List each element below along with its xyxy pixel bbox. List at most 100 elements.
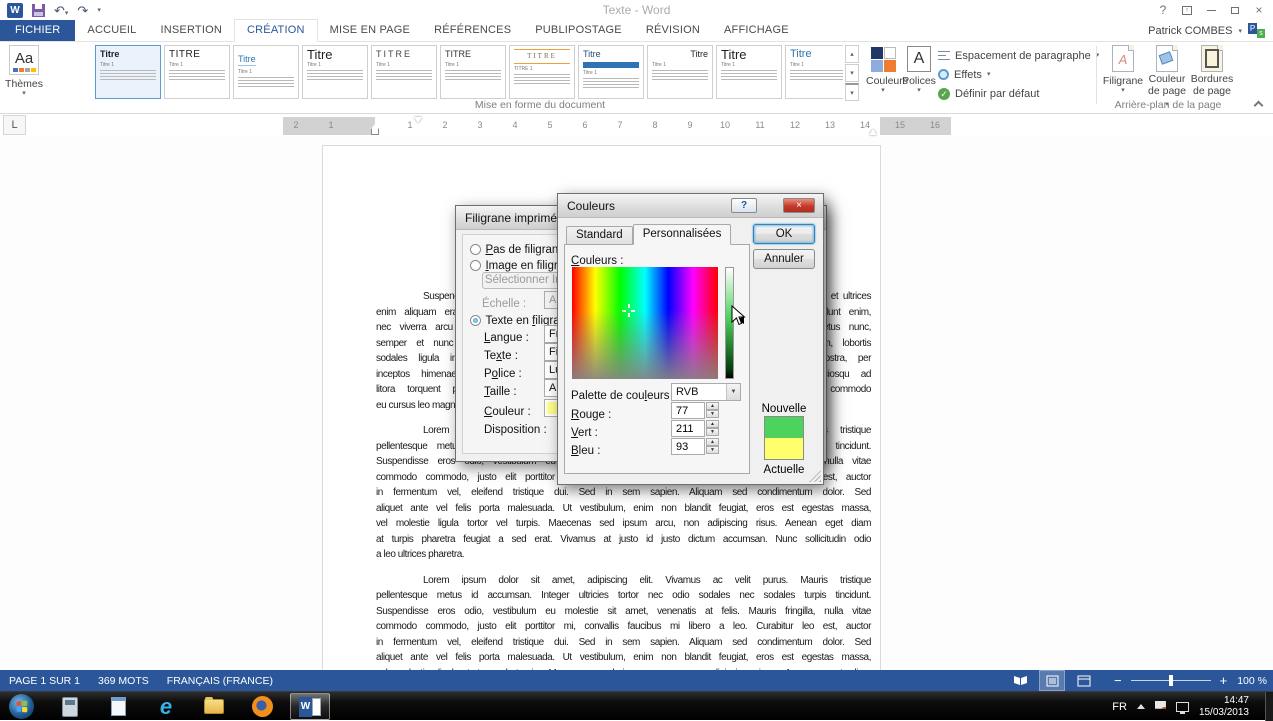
style-set-9[interactable]: Titre Titre 1 [647, 45, 713, 99]
style-set-title: Titre [690, 49, 708, 59]
dialog-help-icon[interactable]: ? [731, 198, 757, 213]
account-area[interactable]: Patrick COMBES ▾ Ps [1148, 23, 1265, 38]
set-as-default-button[interactable]: ✓ Définir par défaut [938, 84, 1099, 103]
dialog-resize-grip[interactable] [809, 470, 821, 482]
save-icon[interactable] [32, 3, 45, 17]
style-set-8[interactable]: Titre Titre 1 [578, 45, 644, 99]
blue-input[interactable]: 93 [671, 438, 705, 455]
watermark-button[interactable]: A Filigrane ▾ [1102, 45, 1144, 94]
style-set-3[interactable]: Titre Titre 1 [233, 45, 299, 99]
gallery-scroll-up-icon[interactable]: ▴ [845, 45, 859, 63]
taskbar-word-icon[interactable]: W [290, 693, 330, 720]
ribbon-tab-accueil[interactable]: ACCUEIL [75, 20, 148, 41]
color-preview [764, 416, 804, 460]
watermark-field-label: Texte : [484, 350, 518, 362]
web-layout-icon[interactable] [1072, 671, 1096, 690]
gallery-scroll-down-icon[interactable]: ▾ [845, 64, 859, 82]
style-set-1[interactable]: Titre Titre 1 [95, 45, 161, 99]
ribbon-tab-fichier[interactable]: FICHIER [0, 20, 76, 41]
customize-qat-icon[interactable]: ▾ [97, 6, 101, 14]
action-center-icon[interactable] [1154, 701, 1166, 712]
ribbon-tab-mise-en-page[interactable]: MISE EN PAGE [318, 20, 422, 41]
style-set-4[interactable]: Titre Titre 1 [302, 45, 368, 99]
blue-label: Bleu : [571, 445, 601, 457]
style-set-5[interactable]: TITRE Titre 1 [371, 45, 437, 99]
new-color-swatch [765, 417, 803, 438]
dialog-close-icon[interactable]: × [783, 198, 815, 213]
right-indent-marker[interactable] [869, 129, 877, 135]
start-button[interactable] [9, 694, 34, 719]
tab-selector[interactable]: L [3, 115, 26, 135]
ribbon-tab-cr-ation[interactable]: CRÉATION [234, 19, 318, 42]
page-indicator[interactable]: PAGE 1 SUR 1 [0, 675, 89, 687]
style-set-6[interactable]: TITRE Titre 1 [440, 45, 506, 99]
ribbon-tab-publipostage[interactable]: PUBLIPOSTAGE [523, 20, 634, 41]
show-desktop-button[interactable] [1265, 692, 1273, 721]
text-line: Suspendisse eros odio, vestibulum eu mol… [376, 605, 871, 617]
title-bar: W ↶▾ ↷ ▾ Texte - Word ? ↑ × [0, 0, 1273, 20]
ribbon-tab-affichage[interactable]: AFFICHAGE [712, 20, 801, 41]
style-set-11[interactable]: Titre Titre 1 [785, 45, 843, 99]
taskbar-firefox-icon[interactable] [242, 693, 282, 720]
red-input[interactable]: 77 [671, 402, 705, 419]
word-count[interactable]: 369 MOTS [89, 675, 158, 687]
tray-clock[interactable]: 14:47 15/03/2013 [1199, 695, 1253, 719]
style-set-title: TITRE [514, 49, 570, 64]
zoom-in-icon[interactable]: + [1220, 674, 1228, 687]
color-gradient-picker[interactable] [572, 267, 718, 379]
style-set-2[interactable]: TITRE Titre 1 [164, 45, 230, 99]
print-layout-icon[interactable] [1039, 670, 1066, 691]
collapse-ribbon-icon[interactable] [1252, 100, 1264, 111]
restore-button[interactable] [1223, 0, 1247, 20]
red-spinner[interactable]: ▲ ▼ [706, 402, 719, 419]
zoom-slider[interactable] [1130, 675, 1211, 686]
ribbon-tab-insertion[interactable]: INSERTION [149, 20, 235, 41]
paragraph-spacing-button[interactable]: Espacement de paragraphe ▾ [938, 46, 1099, 65]
ribbon-tab-r-f-rences[interactable]: RÉFÉRENCES [422, 20, 523, 41]
tab-custom[interactable]: Personnalisées [632, 224, 732, 245]
green-spinner[interactable]: ▲ ▼ [706, 420, 719, 437]
redo-icon[interactable]: ↷ [77, 4, 88, 17]
taskbar-file-explorer-icon[interactable] [194, 693, 234, 720]
close-button[interactable]: × [1247, 0, 1271, 20]
first-line-indent-marker[interactable] [414, 117, 422, 123]
cancel-button[interactable]: Annuler [753, 249, 815, 269]
zoom-out-icon[interactable]: − [1114, 674, 1122, 687]
text-line: aliquet ante vel felis porta malesuada. … [376, 502, 871, 514]
palette-combo[interactable]: RVB ▼ [671, 383, 741, 401]
ribbon-tab-r-vision[interactable]: RÉVISION [634, 20, 712, 41]
gallery-more-icon[interactable]: ▾ [845, 83, 859, 101]
style-set-7[interactable]: TITRE TITRE 1 [509, 45, 575, 99]
green-input[interactable]: 211 [671, 420, 705, 437]
green-label: Vert : [571, 427, 598, 439]
read-mode-icon[interactable] [1008, 671, 1032, 690]
language-indicator[interactable]: FRANÇAIS (FRANCE) [158, 675, 282, 687]
help-button[interactable]: ? [1151, 0, 1175, 20]
network-icon[interactable] [1175, 701, 1189, 714]
tab-standard[interactable]: Standard [566, 226, 633, 245]
page-borders-button[interactable]: Bordures de page [1190, 45, 1234, 97]
zoom-slider-thumb[interactable] [1168, 675, 1173, 686]
account-icon[interactable]: Ps [1248, 23, 1265, 38]
ok-button[interactable]: OK [753, 224, 815, 244]
taskbar-internet-explorer-icon[interactable]: e [146, 693, 186, 720]
fonts-button[interactable]: A Polices ▾ [902, 45, 936, 94]
current-color-label: Actuelle [763, 464, 805, 476]
left-indent-marker[interactable] [371, 124, 379, 135]
effects-button[interactable]: Effets ▾ [938, 65, 1099, 84]
taskbar-calculator-icon[interactable] [50, 693, 90, 720]
taskbar-notepad-icon[interactable] [98, 693, 138, 720]
ribbon-display-options-button[interactable]: ↑ [1175, 0, 1199, 20]
minimize-button[interactable] [1199, 0, 1223, 20]
style-set-10[interactable]: Titre Titre 1 [716, 45, 782, 99]
mouse-cursor [731, 305, 746, 326]
colors-button[interactable]: Couleurs ▾ [866, 45, 908, 94]
undo-icon[interactable]: ↶▾ [54, 4, 68, 17]
tray-language[interactable]: FR [1112, 701, 1127, 713]
themes-button[interactable]: Aa Thèmes ▾ [4, 45, 44, 107]
blue-spinner[interactable]: ▲ ▼ [706, 438, 719, 455]
colors-dialog-titlebar[interactable]: Couleurs ? × [558, 194, 823, 218]
tray-expand-icon[interactable] [1136, 704, 1145, 709]
zoom-level[interactable]: 100 % [1237, 675, 1267, 687]
horizontal-ruler[interactable]: 2 1 1 2 3 4 5 6 7 8 9 10 11 12 13 14 15 16 [283, 117, 951, 135]
